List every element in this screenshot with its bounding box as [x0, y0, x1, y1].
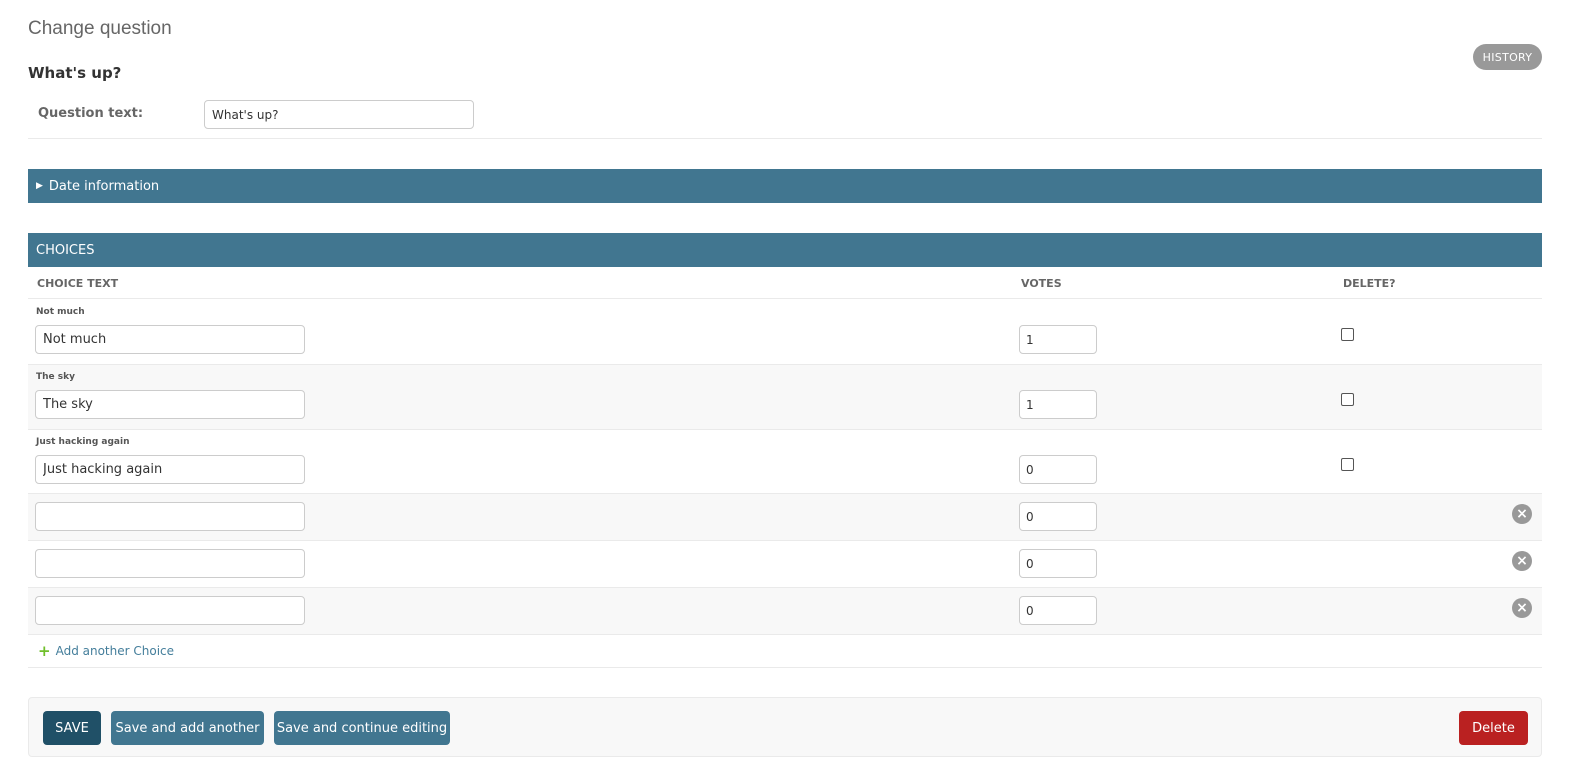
column-votes: VOTES — [1021, 277, 1062, 290]
votes-input[interactable] — [1019, 596, 1097, 625]
delete-checkbox[interactable] — [1341, 328, 1354, 341]
delete-button[interactable]: Delete — [1459, 711, 1528, 745]
choice-text-input[interactable] — [35, 455, 305, 484]
choice-row: Not much — [28, 300, 1542, 365]
choice-row: Just hacking again — [28, 430, 1542, 494]
question-text-row: Question text: — [28, 94, 1542, 139]
remove-row-icon[interactable]: × — [1512, 551, 1532, 571]
choices-header: CHOICES — [28, 233, 1542, 267]
choice-text-input[interactable] — [35, 390, 305, 419]
column-delete: DELETE? — [1343, 277, 1396, 290]
add-choice-row: + Add another Choice — [28, 635, 1542, 668]
delete-checkbox[interactable] — [1341, 393, 1354, 406]
column-choice-text: CHOICE TEXT — [37, 277, 119, 290]
empty-choice-row: × — [28, 494, 1542, 541]
save-and-add-another-button[interactable]: Save and add another — [111, 711, 264, 745]
remove-row-icon[interactable]: × — [1512, 598, 1532, 618]
save-button[interactable]: SAVE — [43, 711, 101, 745]
question-text-label: Question text: — [38, 106, 144, 121]
remove-row-icon[interactable]: × — [1512, 504, 1532, 524]
choice-original-label: Not much — [36, 307, 85, 317]
choice-text-input[interactable] — [35, 596, 305, 625]
add-another-choice-link[interactable]: + Add another Choice — [38, 642, 175, 660]
object-title: What's up? — [28, 64, 122, 82]
choices-title: CHOICES — [36, 242, 95, 258]
delete-checkbox[interactable] — [1341, 458, 1354, 471]
date-information-toggle[interactable]: ▶ Date information — [28, 169, 1542, 203]
triangle-right-icon: ▶ — [36, 181, 43, 191]
choice-original-label: Just hacking again — [36, 437, 130, 447]
date-information-label: Date information — [48, 178, 160, 194]
choice-text-input[interactable] — [35, 502, 305, 531]
change-form-page: Change question HISTORY What's up? Quest… — [0, 0, 1596, 782]
choice-original-label: The sky — [36, 372, 75, 382]
votes-input[interactable] — [1019, 549, 1097, 578]
history-button[interactable]: HISTORY — [1473, 44, 1542, 70]
submit-row: SAVE Save and add another Save and conti… — [28, 697, 1542, 757]
page-title: Change question — [28, 18, 172, 39]
votes-input[interactable] — [1019, 502, 1097, 531]
question-text-input[interactable] — [204, 100, 474, 129]
empty-choice-row: × — [28, 588, 1542, 635]
save-and-continue-button[interactable]: Save and continue editing — [274, 711, 450, 745]
votes-input[interactable] — [1019, 325, 1097, 354]
choices-column-headers: CHOICE TEXT VOTES DELETE? — [28, 267, 1542, 299]
add-another-choice-label: Add another Choice — [55, 644, 175, 658]
choice-row: The sky — [28, 365, 1542, 430]
choice-text-input[interactable] — [35, 549, 305, 578]
plus-icon: + — [38, 642, 51, 660]
empty-choice-row: × — [28, 541, 1542, 588]
choice-text-input[interactable] — [35, 325, 305, 354]
votes-input[interactable] — [1019, 390, 1097, 419]
votes-input[interactable] — [1019, 455, 1097, 484]
